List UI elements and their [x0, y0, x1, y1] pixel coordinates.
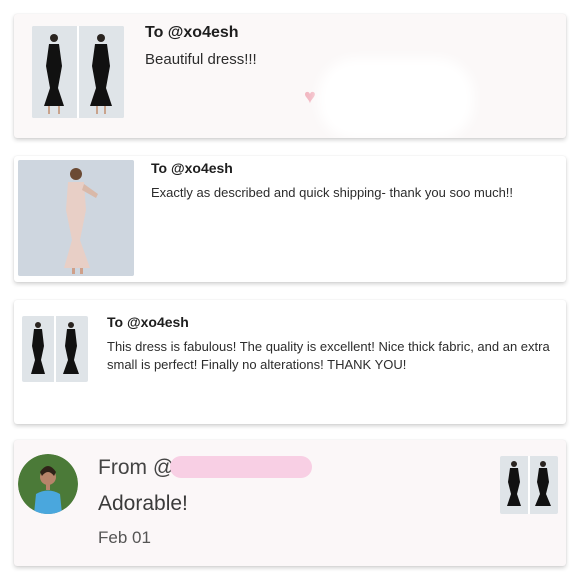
redacted-area [326, 66, 466, 132]
review-message: This dress is fabulous! The quality is e… [107, 339, 550, 372]
from-message: Adorable! [98, 492, 188, 515]
recipient-label: To @xo4esh [107, 314, 189, 330]
review-message: Exactly as described and quick shipping-… [151, 185, 514, 200]
redacted-username [170, 456, 312, 478]
review-card-3[interactable]: To @xo4esh This dress is fabulous! The q… [14, 300, 566, 424]
dress-thumbnail[interactable] [32, 26, 124, 118]
dress-photo [18, 160, 134, 276]
dress-thumbnail[interactable] [18, 160, 134, 276]
from-card[interactable]: From @ Adorable! Feb 01 [14, 440, 566, 566]
dress-thumbnail[interactable] [22, 316, 88, 382]
review-card-2[interactable]: To @xo4esh Exactly as described and quic… [14, 156, 566, 282]
from-date: Feb 01 [98, 528, 151, 547]
recipient-label: To @xo4esh [151, 160, 233, 176]
review-message: Beautiful dress!!! [145, 51, 257, 68]
avatar[interactable] [18, 454, 78, 514]
dress-photo [32, 26, 124, 118]
heart-icon: ♥ [304, 86, 316, 108]
dress-photo [500, 456, 558, 514]
review-card-1[interactable]: To @xo4esh Beautiful dress!!! ♥ [14, 14, 566, 138]
dress-photo [22, 316, 88, 382]
dress-thumbnail[interactable] [500, 456, 558, 514]
avatar-photo [18, 454, 78, 514]
recipient-label: To @xo4esh [145, 24, 239, 41]
from-label: From @ [98, 456, 175, 479]
